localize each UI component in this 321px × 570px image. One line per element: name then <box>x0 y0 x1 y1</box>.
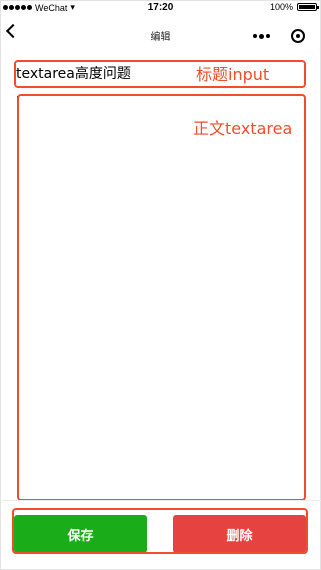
battery-area: 100% <box>269 2 319 12</box>
divider <box>0 500 321 501</box>
more-icon[interactable] <box>253 33 270 39</box>
annotation-box-content <box>17 94 306 501</box>
close-target-icon[interactable] <box>291 29 305 43</box>
status-bar: WeChat ▾ 17:20 100% <box>0 0 321 16</box>
battery-text: 100% <box>269 2 293 12</box>
annotation-title-label: 标题input <box>196 65 270 84</box>
miniprogram-capsule <box>245 24 309 48</box>
annotation-content-label: 正文textarea <box>193 119 293 138</box>
annotation-box-buttons <box>12 508 308 554</box>
battery-icon <box>297 3 319 11</box>
nav-bar: 编辑 <box>0 16 321 52</box>
